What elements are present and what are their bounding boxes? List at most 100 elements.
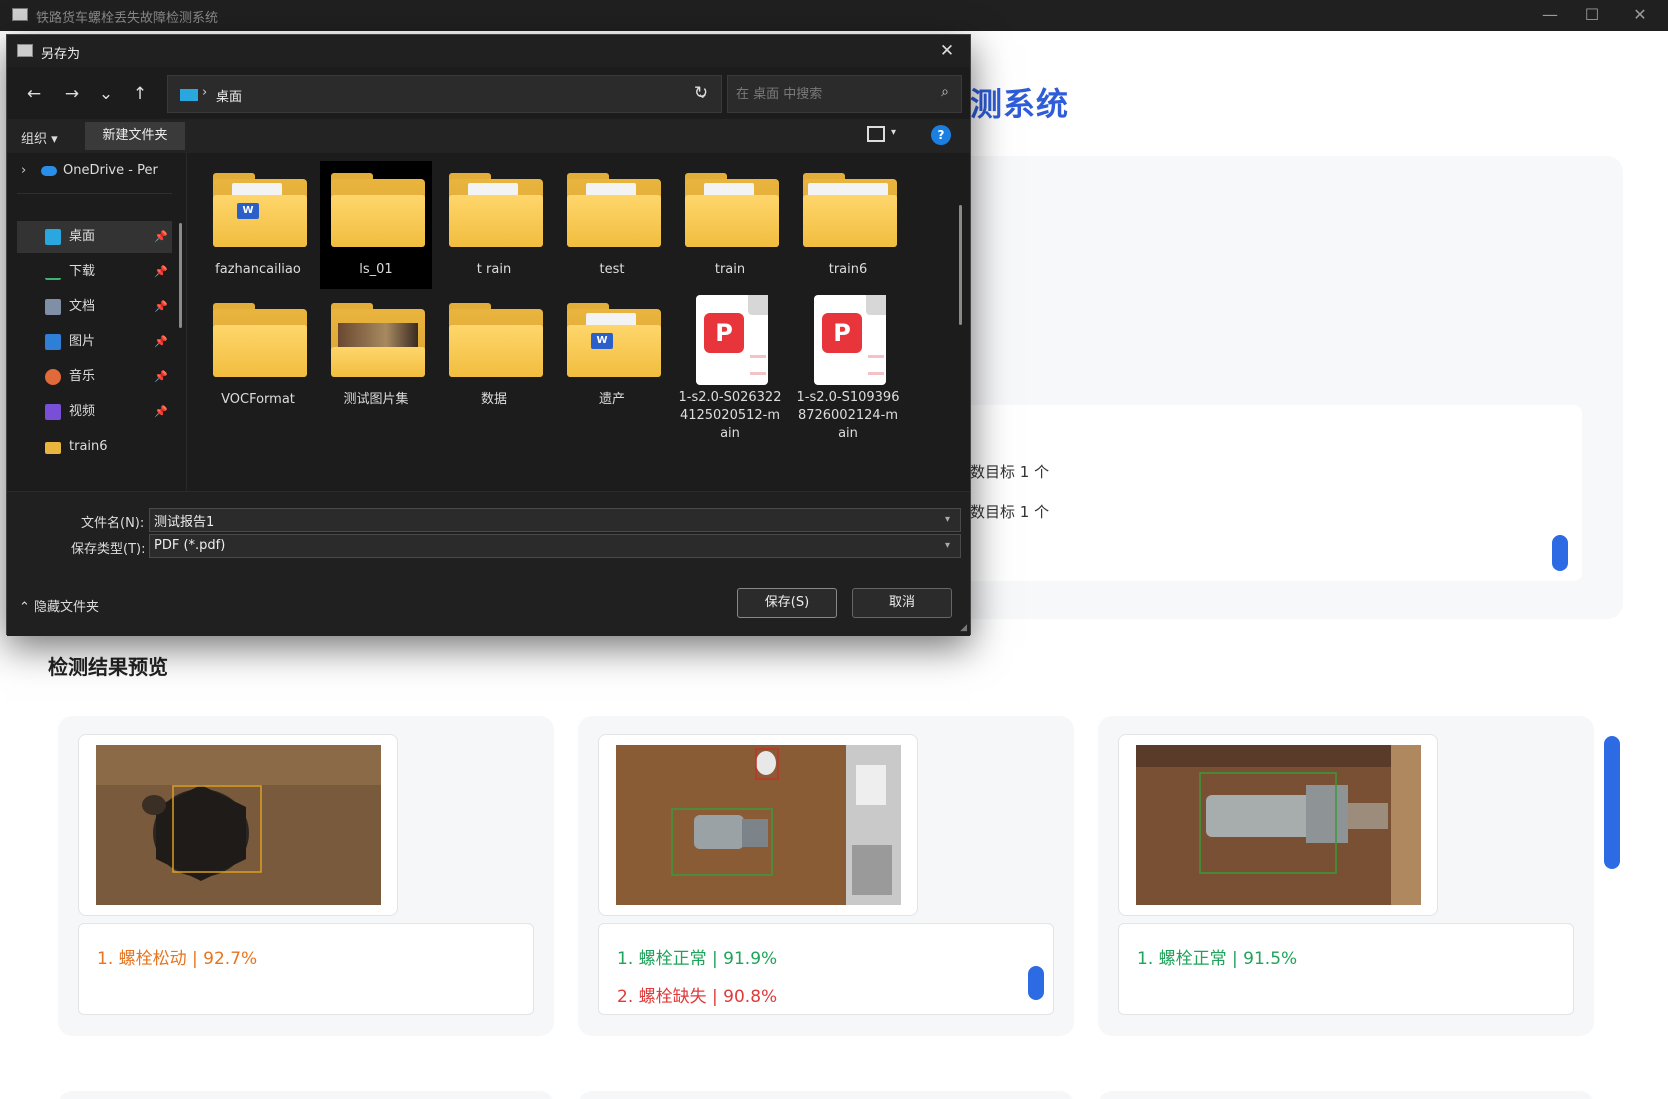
preview-section-title: 检测结果预览 (48, 655, 168, 679)
forward-arrow-icon[interactable]: → (59, 81, 85, 107)
folder-item[interactable]: train6 (792, 161, 904, 289)
result-card: 1. 螺栓正常 | 91.9% 2. 螺栓缺失 | 90.8% (578, 716, 1074, 1036)
log-line: 数目标 1 个 (970, 503, 1050, 521)
file-name-line: ain (720, 426, 740, 441)
log-scrollbar[interactable] (1552, 535, 1568, 571)
save-button[interactable]: 保存(S) (737, 588, 837, 618)
refresh-icon[interactable]: ↻ (687, 79, 715, 107)
word-doc-icon: W (591, 333, 613, 349)
download-icon (45, 264, 61, 280)
videos-icon (45, 404, 61, 420)
pdf-badge: P (822, 313, 862, 353)
breadcrumb-desktop[interactable]: 桌面 (216, 86, 242, 105)
folder-icon (45, 442, 61, 454)
filename-dropdown-icon[interactable]: ▾ (945, 514, 950, 525)
up-arrow-icon[interactable]: ↑ (127, 81, 153, 107)
folder-item[interactable]: W fazhancailiao (202, 161, 314, 289)
pin-icon: 📌 (154, 265, 168, 278)
pdf-lines (750, 355, 766, 375)
filename-input[interactable] (149, 508, 961, 532)
result-image[interactable] (616, 745, 901, 905)
folder-item[interactable]: train (674, 161, 786, 289)
file-name: train6 (828, 262, 868, 277)
sidebar-item-pictures[interactable]: 图片 📌 (17, 326, 172, 358)
result-list: 1. 螺栓正常 | 91.5% (1118, 923, 1574, 1015)
sidebar-item-documents[interactable]: 文档 📌 (17, 291, 172, 323)
file-name: test (599, 262, 625, 277)
sidebar-item-desktop[interactable]: 桌面 📌 (17, 221, 172, 253)
dialog-close-button[interactable]: ✕ (934, 39, 960, 63)
folder-front (449, 195, 543, 247)
folder-item[interactable]: t rain (438, 161, 550, 289)
view-dropdown-icon[interactable]: ▾ (891, 127, 896, 138)
sidebar-item-label: OneDrive - Per (63, 163, 158, 178)
result-image[interactable] (1136, 745, 1421, 905)
view-mode-icon[interactable] (867, 126, 885, 142)
main-scrollbar[interactable] (1604, 736, 1620, 869)
pin-icon: 📌 (154, 405, 168, 418)
sidebar-item-videos[interactable]: 视频 📌 (17, 396, 172, 428)
result-image-frame (1118, 734, 1438, 916)
file-name-line: 1-s2.0-S109396 (796, 390, 900, 405)
folder-item[interactable]: VOCFormat (202, 291, 314, 419)
cancel-button[interactable]: 取消 (852, 588, 952, 618)
recent-locations-chevron-icon[interactable]: ⌄ (93, 81, 119, 107)
close-button[interactable]: ✕ (1620, 4, 1660, 26)
pdf-badge: P (704, 313, 744, 353)
hide-folders-toggle[interactable]: ⌃ 隐藏文件夹 (19, 596, 99, 615)
result-image-frame (598, 734, 918, 916)
file-name: 数据 (480, 392, 507, 407)
file-list: W fazhancailiao ls_01 t rain test train … (192, 153, 957, 491)
dialog-titlebar[interactable]: 另存为 ✕ (7, 35, 970, 67)
result-item: 2. 螺栓缺失 | 90.8% (617, 987, 778, 1007)
file-name: VOCFormat (221, 392, 295, 407)
file-list-scrollbar[interactable] (959, 205, 962, 325)
result-card (58, 1091, 554, 1099)
result-card: 1. 螺栓松动 | 92.7% (58, 716, 554, 1036)
result-image[interactable] (96, 745, 381, 905)
minimize-button[interactable]: — (1530, 4, 1570, 26)
folder-item[interactable]: 数据 (438, 291, 550, 419)
search-icon[interactable]: ⌕ (941, 84, 949, 100)
file-name: 遗产 (598, 392, 625, 407)
sidebar-item-label: 视频 (69, 404, 96, 419)
app-titlebar: 铁路货车螺栓丢失故障检测系统 — ☐ ✕ (0, 0, 1668, 31)
maximize-button[interactable]: ☐ (1572, 4, 1612, 26)
file-name-line: ain (838, 426, 858, 441)
file-name: fazhancailiao (215, 262, 301, 277)
expand-chevron-icon[interactable]: › (21, 155, 26, 187)
folder-item[interactable]: ls_01 (320, 161, 432, 289)
back-arrow-icon[interactable]: ← (21, 81, 47, 107)
search-input[interactable] (736, 84, 926, 104)
resize-grip-icon[interactable]: ◢ (960, 623, 967, 633)
pictures-icon (45, 334, 61, 350)
filetype-select[interactable]: PDF (*.pdf) (149, 534, 961, 558)
sidebar-item-onedrive[interactable]: › OneDrive - Per (17, 155, 172, 187)
breadcrumb-separator: › (202, 85, 208, 100)
new-folder-button[interactable]: 新建文件夹 (85, 122, 185, 150)
address-bar[interactable]: › 桌面 ⌄ (167, 75, 722, 113)
pdf-file-item[interactable]: P 1-s2.0-S026322 4125020512-m ain (674, 291, 786, 441)
save-options: 文件名(N): ▾ 保存类型(T): PDF (*.pdf) ▾ ⌃ 隐藏文件夹… (7, 491, 970, 636)
folder-front (213, 195, 307, 247)
pdf-file-icon: P (696, 295, 768, 385)
pdf-file-icon: P (814, 295, 886, 385)
sidebar-item-music[interactable]: 音乐 📌 (17, 361, 172, 393)
help-icon[interactable]: ? (931, 125, 951, 145)
filetype-dropdown-icon[interactable]: ▾ (945, 540, 950, 551)
filetype-label: 保存类型(T): (71, 542, 146, 557)
result-list-scrollbar[interactable] (1028, 966, 1044, 1000)
pdf-file-item[interactable]: P 1-s2.0-S109396 8726002124-m ain (792, 291, 904, 441)
folder-item[interactable]: 测试图片集 (320, 291, 432, 419)
file-name: train (714, 262, 746, 277)
sidebar-item-train6[interactable]: train6 (17, 431, 172, 463)
file-name: ls_01 (359, 262, 393, 277)
navigation-pane-scrollbar[interactable] (179, 223, 182, 328)
result-card: 1. 螺栓正常 | 91.5% (1098, 716, 1594, 1036)
organize-menu[interactable]: 组织 ▾ (21, 128, 58, 147)
result-list: 1. 螺栓正常 | 91.9% 2. 螺栓缺失 | 90.8% (598, 923, 1054, 1015)
sidebar-item-downloads[interactable]: 下载 📌 (17, 256, 172, 288)
folder-item[interactable]: W 遗产 (556, 291, 668, 419)
folder-item[interactable]: test (556, 161, 668, 289)
music-icon (45, 369, 61, 385)
